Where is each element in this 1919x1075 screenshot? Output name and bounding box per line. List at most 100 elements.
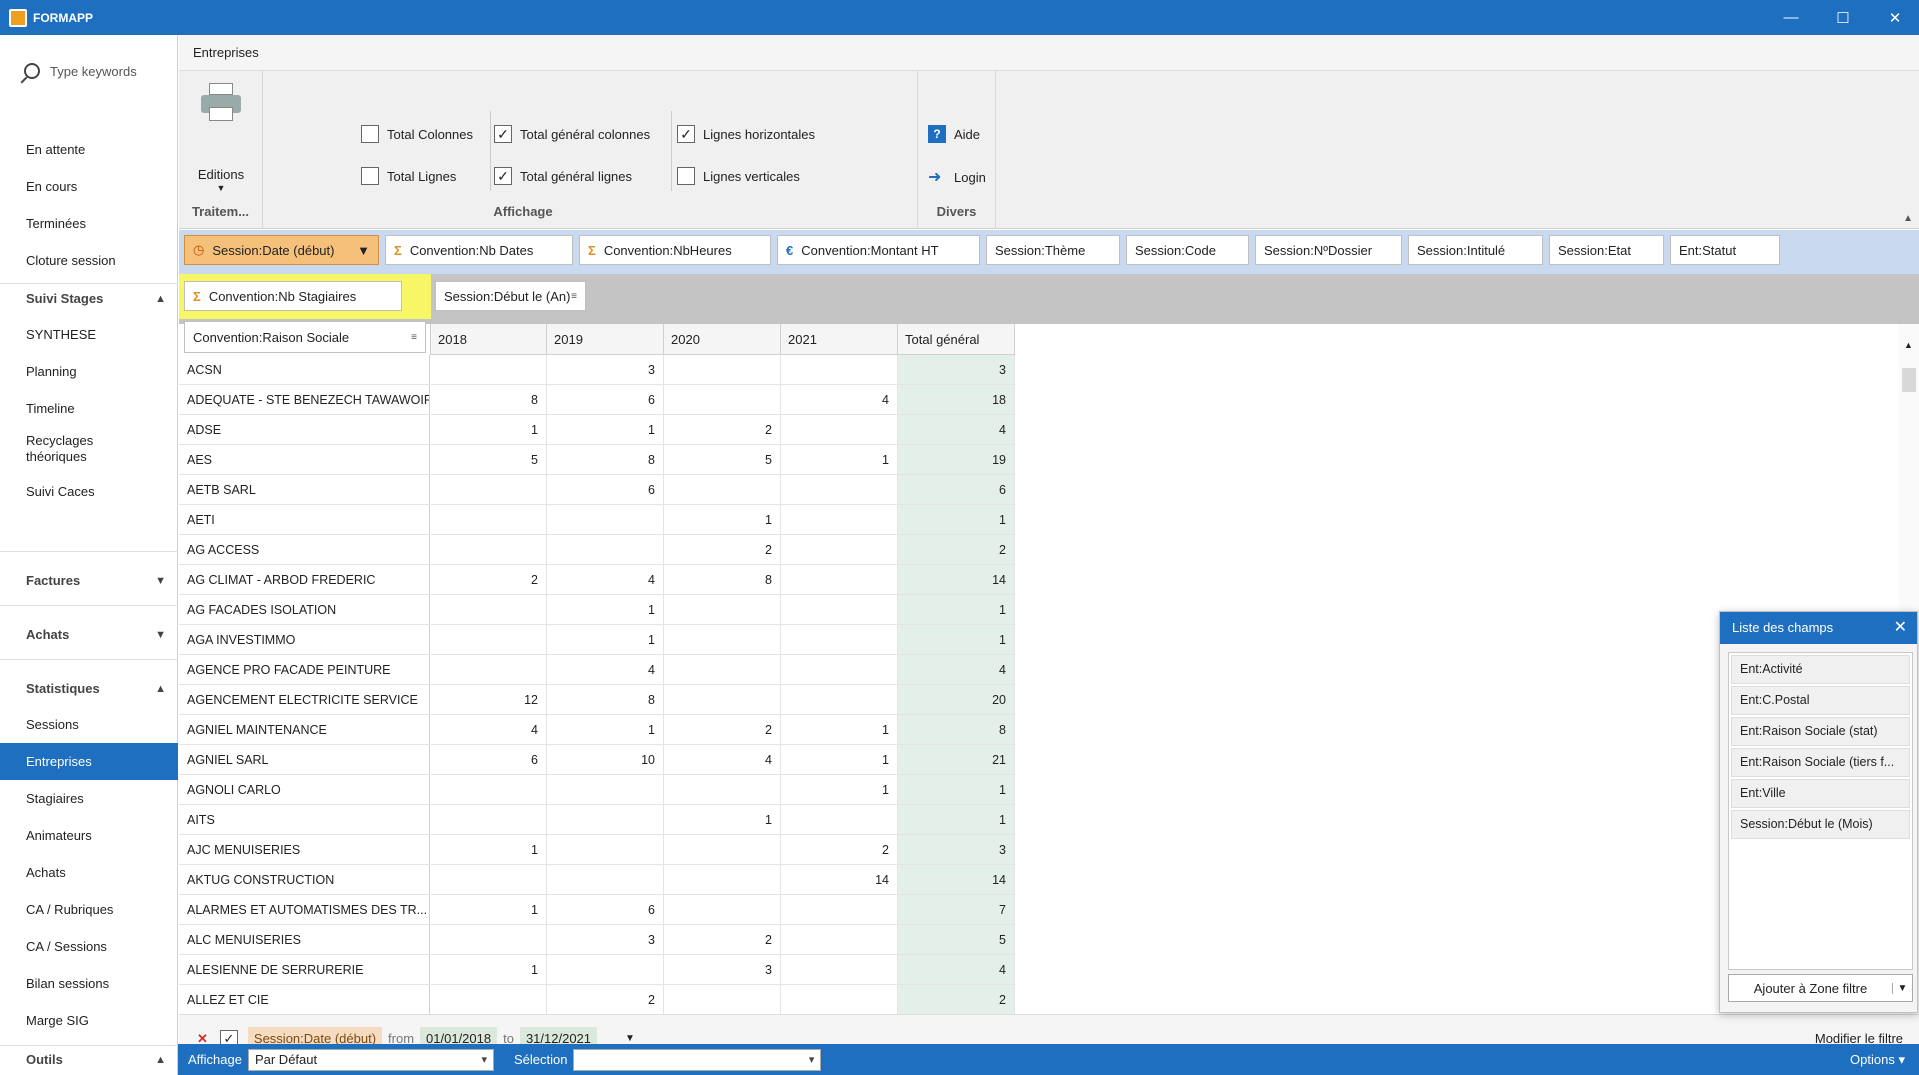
nav-group-suivi-stages[interactable]: Suivi Stages ▲	[0, 284, 178, 314]
table-cell[interactable]: 2	[664, 535, 781, 565]
nav-item-bilan-sessions[interactable]: Bilan sessions	[0, 965, 178, 1002]
table-cell[interactable]: 4	[664, 745, 781, 775]
chevron-down-icon[interactable]: ▼	[179, 183, 263, 193]
row-label[interactable]: ALESIENNE DE SERRURERIE	[179, 955, 430, 985]
list-item[interactable]: Ent:Raison Sociale (stat)	[1731, 717, 1910, 746]
table-cell[interactable]: 1	[431, 895, 547, 925]
table-cell[interactable]: 1	[898, 775, 1015, 805]
table-cell[interactable]: 3	[898, 835, 1015, 865]
row-label[interactable]: AG ACCESS	[179, 535, 430, 565]
table-cell[interactable]: 20	[898, 685, 1015, 715]
nav-item-timeline[interactable]: Timeline	[0, 390, 178, 427]
table-cell[interactable]	[781, 895, 898, 925]
table-cell[interactable]: 21	[898, 745, 1015, 775]
table-cell[interactable]	[781, 415, 898, 445]
scroll-thumb[interactable]	[1902, 368, 1916, 392]
collapse-ribbon-icon[interactable]: ▲	[1903, 213, 1913, 224]
table-cell[interactable]: 4	[547, 565, 664, 595]
table-cell[interactable]: 1	[664, 805, 781, 835]
nav-item-en-attente[interactable]: En attente	[0, 131, 178, 168]
table-cell[interactable]: 19	[898, 445, 1015, 475]
table-cell[interactable]: 8	[664, 565, 781, 595]
table-cell[interactable]	[547, 835, 664, 865]
scroll-up-icon[interactable]: ▲	[1904, 340, 1913, 350]
table-cell[interactable]: 2	[547, 985, 664, 1014]
table-cell[interactable]: 5	[664, 445, 781, 475]
table-cell[interactable]: 6	[547, 895, 664, 925]
list-item[interactable]: Ent:Ville	[1731, 779, 1910, 808]
table-cell[interactable]	[781, 535, 898, 565]
table-cell[interactable]: 2	[431, 565, 547, 595]
table-cell[interactable]	[664, 475, 781, 505]
table-cell[interactable]: 6	[547, 475, 664, 505]
table-cell[interactable]: 3	[664, 955, 781, 985]
nav-item-cloture-session[interactable]: Cloture session	[0, 242, 178, 279]
table-cell[interactable]: 2	[664, 925, 781, 955]
table-cell[interactable]: 2	[781, 835, 898, 865]
close-icon[interactable]: ✕	[1869, 0, 1919, 35]
add-to-filter-zone-button[interactable]: Ajouter à Zone filtre ▼	[1728, 974, 1913, 1002]
nav-item-entreprises[interactable]: Entreprises	[0, 743, 178, 780]
table-cell[interactable]: 1	[781, 715, 898, 745]
table-cell[interactable]: 4	[547, 655, 664, 685]
table-cell[interactable]: 1	[898, 505, 1015, 535]
table-cell[interactable]	[781, 595, 898, 625]
close-icon[interactable]: ✕	[1894, 612, 1907, 644]
nav-item-ca-rubriques[interactable]: CA / Rubriques	[0, 891, 178, 928]
row-label[interactable]: ADEQUATE - STE BENEZECH TAWAWOIR	[179, 385, 430, 415]
table-cell[interactable]: 5	[431, 445, 547, 475]
table-cell[interactable]: 4	[431, 715, 547, 745]
field-convention-nbheures[interactable]: Σ Convention:NbHeures	[579, 235, 771, 265]
row-label[interactable]: AG CLIMAT - ARBOD FREDERIC	[179, 565, 430, 595]
table-cell[interactable]: 8	[898, 715, 1015, 745]
row-label[interactable]: AGA INVESTIMMO	[179, 625, 430, 655]
nav-item-terminees[interactable]: Terminées	[0, 205, 178, 242]
table-cell[interactable]: 1	[547, 415, 664, 445]
field-session-code[interactable]: Session:Code	[1126, 235, 1249, 265]
table-cell[interactable]	[431, 595, 547, 625]
table-cell[interactable]	[781, 925, 898, 955]
field-convention-raison-sociale[interactable]: Convention:Raison Sociale ≡	[184, 321, 426, 353]
table-cell[interactable]: 2	[898, 535, 1015, 565]
table-cell[interactable]	[781, 625, 898, 655]
table-cell[interactable]	[431, 355, 547, 385]
table-cell[interactable]	[781, 955, 898, 985]
table-cell[interactable]: 2	[664, 715, 781, 745]
table-cell[interactable]	[781, 655, 898, 685]
table-cell[interactable]: 2	[664, 415, 781, 445]
nav-group-achats[interactable]: Achats ▼	[0, 620, 178, 650]
table-cell[interactable]	[431, 805, 547, 835]
table-cell[interactable]: 4	[898, 655, 1015, 685]
row-label[interactable]: AES	[179, 445, 430, 475]
row-label[interactable]: ADSE	[179, 415, 430, 445]
table-cell[interactable]: 1	[547, 715, 664, 745]
table-cell[interactable]: 1	[431, 835, 547, 865]
table-cell[interactable]	[781, 565, 898, 595]
table-cell[interactable]: 3	[547, 355, 664, 385]
aide-button[interactable]: ? Aide	[928, 125, 980, 143]
table-cell[interactable]: 4	[781, 385, 898, 415]
row-label[interactable]: AITS	[179, 805, 430, 835]
table-cell[interactable]: 6	[431, 745, 547, 775]
column-header[interactable]: Total général	[898, 324, 1015, 355]
row-label[interactable]: ACSN	[179, 355, 430, 385]
table-cell[interactable]	[431, 535, 547, 565]
nav-group-statistiques[interactable]: Statistiques ▲	[0, 674, 178, 704]
filter-icon[interactable]: ▼	[357, 243, 370, 258]
table-cell[interactable]: 3	[547, 925, 664, 955]
nav-item-ca-sessions[interactable]: CA / Sessions	[0, 928, 178, 965]
field-session-date-debut[interactable]: ◷ Session:Date (début) ▼	[184, 235, 379, 265]
table-cell[interactable]: 14	[898, 865, 1015, 895]
selection-select[interactable]	[573, 1048, 822, 1071]
table-cell[interactable]	[781, 475, 898, 505]
table-cell[interactable]: 4	[898, 415, 1015, 445]
search-input[interactable]: Type keywords	[50, 64, 137, 79]
chevron-down-icon[interactable]: ▼	[1892, 982, 1912, 994]
field-convention-montant-ht[interactable]: € Convention:Montant HT	[777, 235, 980, 265]
field-session-debut-an[interactable]: Session:Début le (An) ≡	[435, 281, 586, 311]
table-cell[interactable]	[547, 805, 664, 835]
list-item[interactable]: Session:Début le (Mois)	[1731, 810, 1910, 839]
table-cell[interactable]: 8	[547, 445, 664, 475]
table-cell[interactable]: 6	[898, 475, 1015, 505]
table-cell[interactable]: 1	[431, 415, 547, 445]
